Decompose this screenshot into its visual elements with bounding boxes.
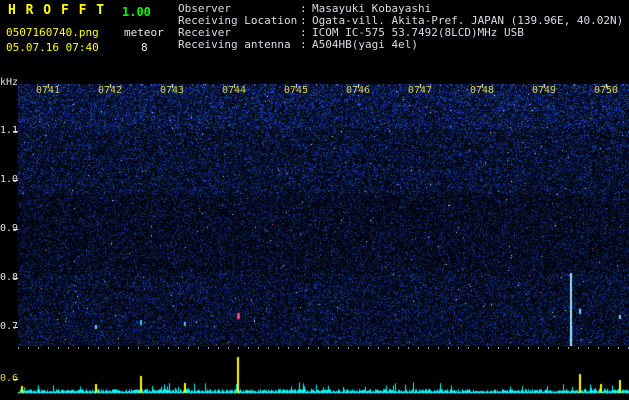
app-title: H R O F F T	[8, 3, 105, 18]
freq-unit-label: kHz	[0, 78, 16, 88]
time-label: 0746	[342, 86, 374, 96]
info-colon: :	[300, 39, 312, 51]
time-label: 0749	[528, 86, 560, 96]
time-label: 0748	[466, 86, 498, 96]
time-label: 0741	[32, 86, 64, 96]
time-label: 0744	[218, 86, 250, 96]
time-label: 0750	[590, 86, 622, 96]
time-label: 0747	[404, 86, 436, 96]
output-filename: 0507160740.png	[6, 26, 99, 39]
echo-count: 8	[141, 41, 148, 54]
station-info: Observer: Masayuki Kobayashi Receiving Lo…	[178, 3, 623, 51]
time-label: 0743	[156, 86, 188, 96]
info-value: A504HB(yagi 4el)	[312, 39, 418, 51]
info-label: Receiving antenna	[178, 39, 300, 51]
hrofft-window: H R O F F T 1.00 0507160740.png meteor 0…	[0, 0, 629, 400]
mode-label: meteor	[124, 26, 164, 39]
level-plot-canvas	[18, 352, 629, 396]
info-row-antenna: Receiving antenna: A504HB(yagi 4el)	[178, 39, 623, 51]
app-version: 1.00	[122, 5, 151, 19]
seconds-tick-row	[18, 347, 629, 349]
datetime-label: 05.07.16 07:40	[6, 41, 99, 54]
time-label: 0742	[94, 86, 126, 96]
time-label: 0745	[280, 86, 312, 96]
spectrogram-canvas	[18, 84, 629, 346]
